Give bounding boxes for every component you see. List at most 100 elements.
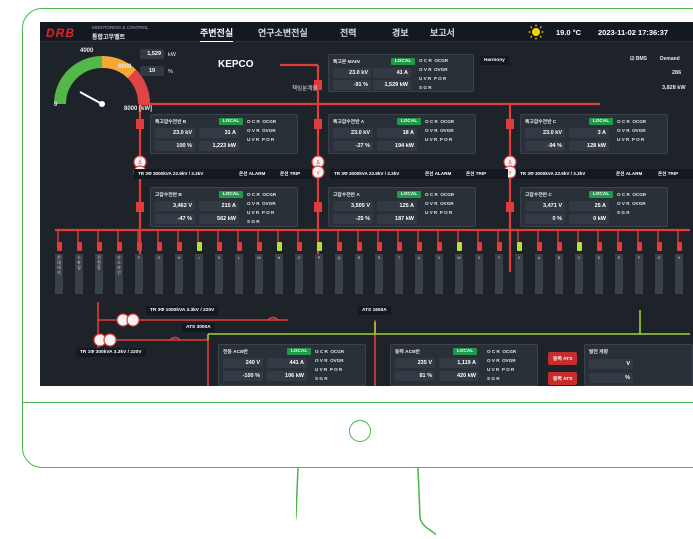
mode-badge: LOCAL	[397, 118, 421, 125]
panel-title: 고압수전반 A	[333, 193, 360, 198]
bms-label: BMS	[635, 56, 647, 62]
ats-button-2[interactable]: 동력 ATS	[548, 372, 578, 385]
feeder-item[interactable]: W	[454, 242, 464, 294]
panel-main[interactable]: 특고본 MAIN LOCAL 23.0 kV 41 A -91 % 1,529 …	[328, 54, 474, 92]
pct-unit: %	[589, 373, 633, 383]
harmony-button[interactable]: Harmony	[480, 56, 509, 65]
relay-ovgr: OVGR	[434, 67, 448, 72]
feeder-item[interactable]: C	[574, 242, 584, 294]
feeder-label: N	[275, 254, 283, 294]
feeder-item[interactable]: Z	[514, 242, 524, 294]
feeder-label: X	[475, 254, 483, 294]
feeder-item[interactable]: M	[254, 242, 264, 294]
pf-value: 100 %	[155, 141, 195, 151]
mode-badge: LOCAL	[219, 191, 243, 198]
panel-generator[interactable]: 발전 계량 V %	[584, 344, 693, 386]
ats-button-1[interactable]: 동력 ATS	[548, 352, 578, 365]
relay-ocgr: OCGR	[434, 58, 449, 63]
feeder-label: G	[655, 254, 663, 294]
feeder-label: B	[555, 254, 563, 294]
current-value: 441 A	[267, 358, 307, 368]
current-value: 1,119 A	[439, 358, 479, 368]
feeder-label: C	[575, 254, 583, 294]
panel-mv-c[interactable]: 고압수전반 C LOCAL 3,471 V 25 A 0 % 0 kW O C …	[520, 187, 668, 227]
relay-ocr: O C R	[487, 349, 500, 354]
feeder-item[interactable]: P	[314, 242, 324, 294]
feeder-breaker-icon	[96, 242, 102, 251]
feeder-item[interactable]: R	[354, 242, 364, 294]
feeder-item[interactable]: G	[154, 242, 164, 294]
relay-ovgr: OVGR	[632, 201, 646, 206]
relay-ocr: O C R	[419, 58, 432, 63]
feeder-item[interactable]: F	[134, 242, 144, 294]
feeder-label: K	[215, 254, 223, 294]
feeder-item[interactable]: B	[554, 242, 564, 294]
feeder-item[interactable]: X	[474, 242, 484, 294]
trip-label: 온선 TRIP	[658, 171, 679, 176]
relay-ocr: O C R	[617, 119, 630, 124]
feeder-item[interactable]: T	[394, 242, 404, 294]
feeder-item[interactable]: V	[434, 242, 444, 294]
monitor-chin-divider	[22, 402, 693, 403]
feeder-label: 가 스 라 인	[115, 254, 123, 294]
feeder-breaker-icon	[656, 242, 662, 251]
panel-mv-a[interactable]: 고압수전반 A LOCAL 3,505 V 125 A -25 % 187 kW…	[328, 187, 476, 227]
feeder-item[interactable]: 전 천 동	[94, 242, 104, 294]
pf-value: 0 %	[525, 214, 565, 224]
power-value: 106 kW	[267, 371, 307, 381]
panel-title: 고압수전반 B	[155, 193, 182, 198]
feeder-label: P	[315, 254, 323, 294]
feeder-item[interactable]: N	[274, 242, 284, 294]
feeder-breaker-icon	[576, 242, 582, 251]
feeder-item[interactable]: G	[654, 242, 664, 294]
feeder-breaker-icon	[416, 242, 422, 251]
feeder-item[interactable]: L	[234, 242, 244, 294]
tr-bar-a: TR 3Φ 3000kVA 22.9kV / 3.3kV 온선 ALARM 온선…	[330, 169, 508, 179]
panel-hv-b[interactable]: 특고압수전반 B LOCAL 23.0 kV 31 A 100 % 1,223 …	[150, 114, 298, 154]
panel-hv-a[interactable]: 특고압수전반 A LOCAL 23.0 kV 18 A -27 % 194 kW…	[328, 114, 476, 154]
feeder-item[interactable]: E	[614, 242, 624, 294]
power-gauge	[54, 56, 150, 107]
feeder-item[interactable]: H	[674, 242, 684, 294]
feeder-item[interactable]: A	[534, 242, 544, 294]
feeder-item[interactable]: S	[374, 242, 384, 294]
feeder-breaker-icon	[156, 242, 162, 251]
voltage-value: 235 V	[395, 358, 435, 368]
feeder-item[interactable]: Y	[494, 242, 504, 294]
feeder-item[interactable]: K	[214, 242, 224, 294]
feeder-item[interactable]: O	[294, 242, 304, 294]
feeder-item[interactable]: F	[634, 242, 644, 294]
relay-uvr: U V R	[425, 137, 438, 142]
panel-lv-1[interactable]: 전동 ACB반 LOCAL 240 V 441 A -100 % 106 kW …	[218, 344, 366, 386]
mode-badge: LOCAL	[391, 58, 415, 65]
feeder-breaker-icon	[76, 242, 82, 251]
feeder-label: S	[375, 254, 383, 294]
feeder-item[interactable]: U	[414, 242, 424, 294]
pf-value: -25 %	[333, 214, 373, 224]
bms-checkbox[interactable]: ☑ BMS	[630, 56, 647, 62]
feeder-item[interactable]: H	[174, 242, 184, 294]
feeder-item[interactable]: 스 파 링	[74, 242, 84, 294]
feeder-item[interactable]: 가 스 라 인	[114, 242, 124, 294]
feeder-label: O	[295, 254, 303, 294]
feeder-breaker-icon	[616, 242, 622, 251]
feeder-label: 스 파 링	[75, 254, 83, 294]
relay-ocgr: OCGR	[502, 349, 517, 354]
tr-bar-c: TR 3Φ 3000kVA 22.9kV / 3.3kV 온선 ALARM 온선…	[516, 169, 693, 179]
panel-title: 발전 계량	[589, 350, 608, 355]
feeder-breaker-icon	[56, 242, 62, 251]
current-value: 215 A	[199, 201, 239, 211]
feeder-item[interactable]: 콘 대 대 지	[54, 242, 64, 294]
gauge-tick-0: 0	[54, 102, 58, 108]
panel-lv-2[interactable]: 동력 ACB반 LOCAL 235 V 1,119 A 81 % 420 kW …	[390, 344, 538, 386]
mode-badge: LOCAL	[453, 348, 477, 355]
relay-por: P O R	[261, 137, 275, 142]
gauge-pct-unit: %	[168, 69, 173, 75]
feeder-item[interactable]: D	[594, 242, 604, 294]
feeder-item[interactable]: Q	[334, 242, 344, 294]
panel-hv-c[interactable]: 특고압수전반 C LOCAL 23.0 kV 3 A -94 % 128 kW …	[520, 114, 668, 154]
panel-mv-b[interactable]: 고압수전반 B LOCAL 3,462 V 215 A -47 % 562 kW…	[150, 187, 298, 227]
voltage-value: 23.0 kV	[333, 68, 371, 78]
feeder-breaker-icon	[356, 242, 362, 251]
feeder-item[interactable]: I	[194, 242, 204, 294]
